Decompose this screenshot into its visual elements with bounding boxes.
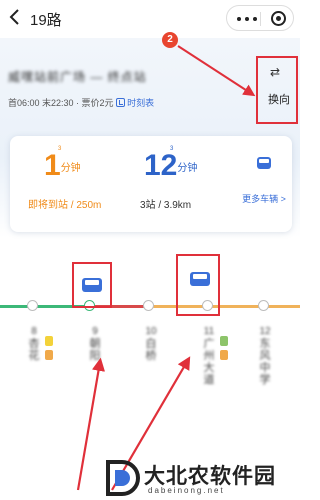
annotation-arrows	[76, 45, 256, 491]
arrow-to-swap	[177, 45, 256, 97]
watermark-url: dabeinong.net	[148, 486, 225, 495]
watermark-logo-icon	[106, 460, 140, 496]
arrow-to-station	[76, 357, 106, 491]
watermark: 大北农软件园 dabeinong.net	[102, 458, 298, 498]
